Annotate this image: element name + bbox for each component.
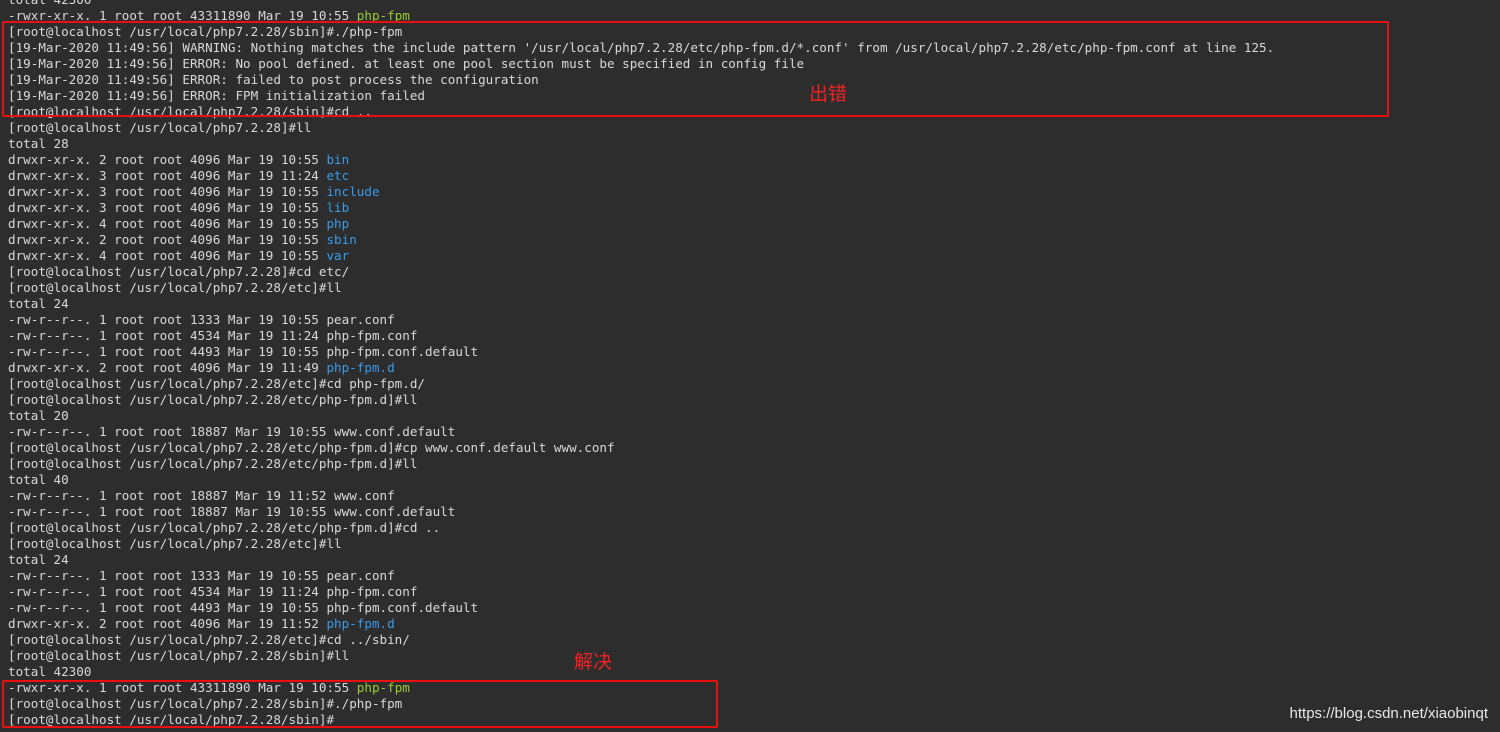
directory-name: php [326,216,350,231]
terminal-line: [root@localhost /usr/local/php7.2.28/sbi… [8,648,1488,664]
file-name: php-fpm.conf [326,328,418,343]
terminal-line: [root@localhost /usr/local/php7.2.28]#cd… [8,264,1488,280]
terminal-line-text: [root@localhost /usr/local/php7.2.28/etc… [8,520,441,535]
directory-name: sbin [326,232,357,247]
terminal-line-text: total 28 [8,136,69,151]
terminal-line: drwxr-xr-x. 2 root root 4096 Mar 19 10:5… [8,152,1488,168]
terminal-line: [root@localhost /usr/local/php7.2.28/etc… [8,456,1488,472]
terminal-line-text: drwxr-xr-x. 2 root root 4096 Mar 19 10:5… [8,152,327,167]
terminal-line: total 42300 [8,0,1488,8]
terminal-line: [root@localhost /usr/local/php7.2.28/etc… [8,536,1488,552]
terminal-line: drwxr-xr-x. 4 root root 4096 Mar 19 10:5… [8,216,1488,232]
terminal-line: -rw-r--r--. 1 root root 4493 Mar 19 10:5… [8,344,1488,360]
terminal-line-text: drwxr-xr-x. 4 root root 4096 Mar 19 10:5… [8,216,327,231]
terminal-line: drwxr-xr-x. 3 root root 4096 Mar 19 10:5… [8,184,1488,200]
terminal-line-text: -rw-r--r--. 1 root root 1333 Mar 19 10:5… [8,312,327,327]
terminal-line: [root@localhost /usr/local/php7.2.28/etc… [8,632,1488,648]
error-annotation: 出错 [809,83,848,105]
file-name: pear.conf [326,568,395,583]
terminal-line-text: total 42300 [8,0,91,7]
file-name: pear.conf [326,312,395,327]
file-name: php-fpm.conf.default [326,344,479,359]
terminal-line-text: [root@localhost /usr/local/php7.2.28]#ll [8,120,312,135]
terminal-line-text: total 24 [8,552,69,567]
file-name: www.conf.default [334,504,456,519]
terminal-line: -rw-r--r--. 1 root root 1333 Mar 19 10:5… [8,312,1488,328]
terminal-line: total 20 [8,408,1488,424]
terminal-line: -rw-r--r--. 1 root root 18887 Mar 19 10:… [8,424,1488,440]
terminal-line: -rw-r--r--. 1 root root 18887 Mar 19 10:… [8,504,1488,520]
terminal-line: drwxr-xr-x. 2 root root 4096 Mar 19 11:5… [8,616,1488,632]
terminal-line-text: -rw-r--r--. 1 root root 4493 Mar 19 10:5… [8,344,327,359]
terminal-line: [root@localhost /usr/local/php7.2.28/etc… [8,376,1488,392]
terminal-line-text: -rw-r--r--. 1 root root 4534 Mar 19 11:2… [8,328,327,343]
terminal-line: total 24 [8,552,1488,568]
terminal-line: total 40 [8,472,1488,488]
terminal-line: drwxr-xr-x. 2 root root 4096 Mar 19 10:5… [8,232,1488,248]
directory-name: include [326,184,380,199]
terminal-line: drwxr-xr-x. 3 root root 4096 Mar 19 10:5… [8,200,1488,216]
terminal-line-text: -rw-r--r--. 1 root root 1333 Mar 19 10:5… [8,568,327,583]
terminal-line-text: drwxr-xr-x. 4 root root 4096 Mar 19 10:5… [8,248,327,263]
terminal-line-text: total 24 [8,296,69,311]
directory-name: lib [326,200,350,215]
file-name: www.conf [334,488,395,503]
terminal-line-text: [root@localhost /usr/local/php7.2.28/etc… [8,392,418,407]
terminal-line-text: -rw-r--r--. 1 root root 18887 Mar 19 10:… [8,504,335,519]
directory-name: etc [326,168,350,183]
terminal-line-text: -rw-r--r--. 1 root root 4493 Mar 19 10:5… [8,600,327,615]
terminal-line-text: -rw-r--r--. 1 root root 18887 Mar 19 10:… [8,424,335,439]
terminal-line-text: [root@localhost /usr/local/php7.2.28/etc… [8,376,426,391]
fix-highlight-box [2,680,718,728]
terminal-line: [root@localhost /usr/local/php7.2.28/etc… [8,392,1488,408]
terminal-line: drwxr-xr-x. 4 root root 4096 Mar 19 10:5… [8,248,1488,264]
terminal-line: [root@localhost /usr/local/php7.2.28/etc… [8,280,1488,296]
terminal-line: -rw-r--r--. 1 root root 4493 Mar 19 10:5… [8,600,1488,616]
file-name: php-fpm.conf.default [326,600,479,615]
terminal-line-text: total 20 [8,408,69,423]
error-highlight-box [2,21,1389,117]
terminal-line: -rw-r--r--. 1 root root 4534 Mar 19 11:2… [8,584,1488,600]
directory-name: php-fpm.d [326,616,395,631]
terminal-line: -rw-r--r--. 1 root root 1333 Mar 19 10:5… [8,568,1488,584]
terminal-line: total 42300 [8,664,1488,680]
terminal-line-text: drwxr-xr-x. 2 root root 4096 Mar 19 11:4… [8,360,327,375]
file-name: php-fpm.conf [326,584,418,599]
terminal-line-text: [root@localhost /usr/local/php7.2.28/etc… [8,280,342,295]
terminal-line: [root@localhost /usr/local/php7.2.28/etc… [8,520,1488,536]
terminal-line-text: [root@localhost /usr/local/php7.2.28]#cd… [8,264,350,279]
directory-name: bin [326,152,350,167]
file-name: www.conf.default [334,424,456,439]
terminal-line-text: total 42300 [8,664,92,679]
terminal-line: total 28 [8,136,1488,152]
directory-name: php-fpm.d [326,360,395,375]
terminal-line-text: [root@localhost /usr/local/php7.2.28/sbi… [8,648,350,663]
terminal-line-text: total 40 [8,472,69,487]
terminal-line: -rw-r--r--. 1 root root 4534 Mar 19 11:2… [8,328,1488,344]
terminal-line-text: [root@localhost /usr/local/php7.2.28/etc… [8,536,342,551]
fix-annotation: 解决 [574,651,613,673]
terminal-line: [root@localhost /usr/local/php7.2.28]#ll [8,120,1488,136]
terminal-line: total 24 [8,296,1488,312]
terminal-line-text: -rw-r--r--. 1 root root 4534 Mar 19 11:2… [8,584,327,599]
terminal-line-text: -rw-r--r--. 1 root root 18887 Mar 19 11:… [8,488,335,503]
terminal-line-text: [root@localhost /usr/local/php7.2.28/etc… [8,632,410,647]
terminal-line-text: drwxr-xr-x. 3 root root 4096 Mar 19 10:5… [8,184,327,199]
terminal-line: [root@localhost /usr/local/php7.2.28/etc… [8,440,1488,456]
terminal-line-text: [root@localhost /usr/local/php7.2.28/etc… [8,440,615,455]
terminal-line: drwxr-xr-x. 2 root root 4096 Mar 19 11:4… [8,360,1488,376]
terminal-line: -rw-r--r--. 1 root root 18887 Mar 19 11:… [8,488,1488,504]
terminal-line-text: drwxr-xr-x. 2 root root 4096 Mar 19 11:5… [8,616,327,631]
terminal-line-text: drwxr-xr-x. 3 root root 4096 Mar 19 11:2… [8,168,327,183]
terminal-line-text: [root@localhost /usr/local/php7.2.28/etc… [8,456,418,471]
watermark: https://blog.csdn.net/xiaobinqt [1289,705,1488,722]
terminal-line-text: drwxr-xr-x. 3 root root 4096 Mar 19 10:5… [8,200,327,215]
directory-name: var [326,248,350,263]
terminal-line-text: drwxr-xr-x. 2 root root 4096 Mar 19 10:5… [8,232,327,247]
terminal-line: drwxr-xr-x. 3 root root 4096 Mar 19 11:2… [8,168,1488,184]
